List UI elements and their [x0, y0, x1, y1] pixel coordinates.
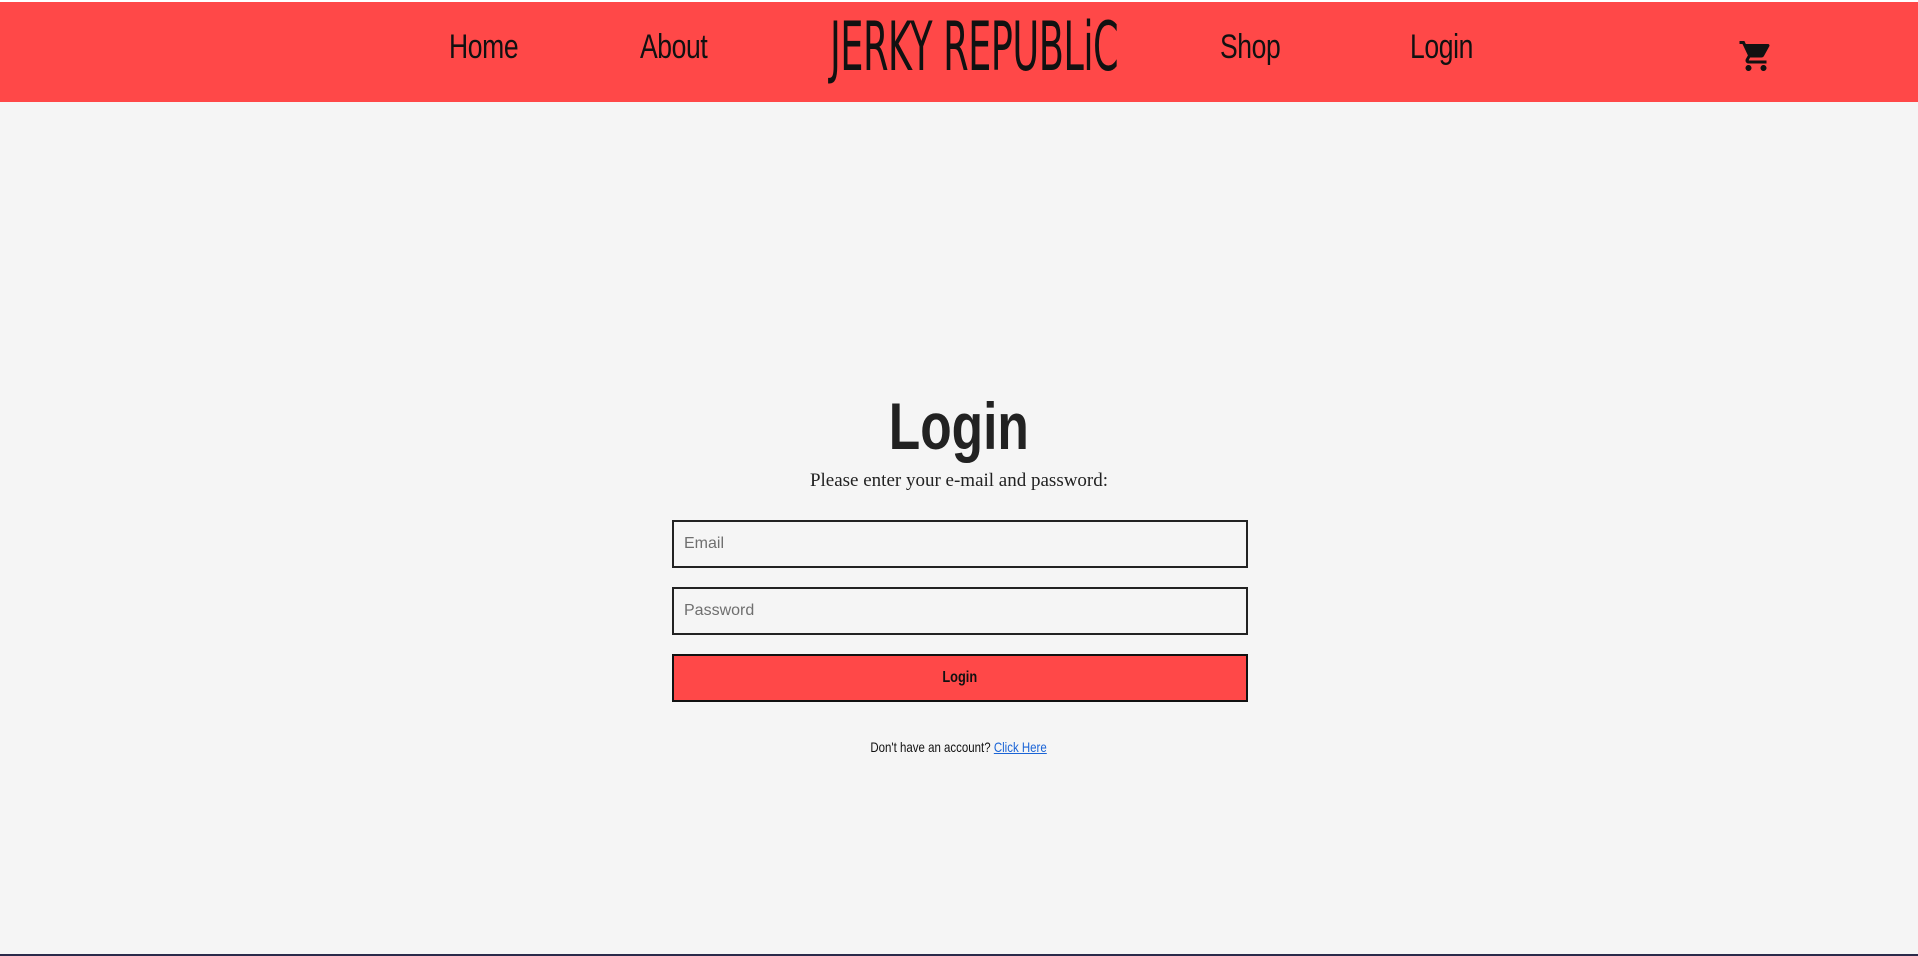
login-instructions: Please enter your e-mail and password:: [809, 470, 1109, 491]
signup-prompt: Don't have an account? Click Here: [0, 739, 1918, 755]
nav-about-link[interactable]: About: [640, 28, 708, 67]
nav-shop-link[interactable]: Shop: [1220, 28, 1281, 67]
site-logo[interactable]: JERKY REPUBLiC: [830, 8, 1119, 87]
signup-prompt-text: Don't have an account?: [870, 739, 992, 755]
nav-home-link[interactable]: Home: [449, 28, 519, 67]
signup-link[interactable]: Click Here: [994, 739, 1047, 755]
login-button[interactable]: Login: [672, 654, 1248, 702]
page-title: Login: [0, 388, 1918, 464]
cart-icon-graphic: [1739, 41, 1770, 71]
email-field[interactable]: [672, 520, 1248, 568]
signup-prompt-inner: Don't have an account? Click Here: [871, 739, 1047, 755]
login-button-label: Login: [942, 669, 978, 686]
page-title-text: Login: [888, 389, 1030, 463]
shopping-cart-icon[interactable]: [1738, 38, 1774, 74]
nav-login-link[interactable]: Login: [1410, 28, 1473, 67]
top-navbar: Home About JERKY REPUBLiC Shop Login: [0, 0, 1918, 102]
password-field[interactable]: [672, 587, 1248, 635]
